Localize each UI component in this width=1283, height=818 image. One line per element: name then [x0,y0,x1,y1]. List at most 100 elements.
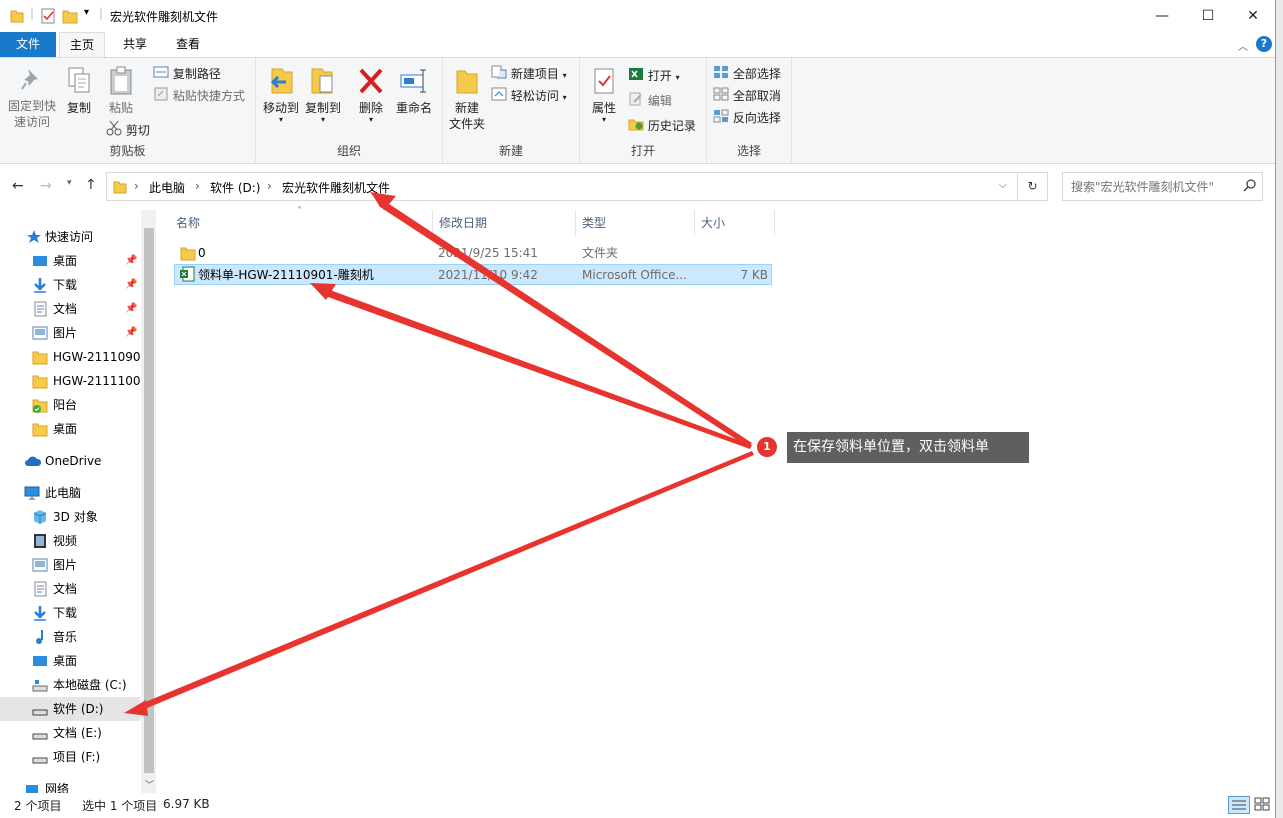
collapse-ribbon-icon[interactable]: ︿ [1238,38,1248,53]
nav-item-label: 桌面 [53,654,78,668]
breadcrumb-current-folder[interactable]: 宏光软件雕刻机文件 [282,179,390,196]
rename-button[interactable]: 重命名 [392,66,436,116]
separator: | [30,6,35,20]
new-folder-quick-icon[interactable] [62,8,78,24]
address-bar[interactable]: › 此电脑 › 软件 (D:) › 宏光软件雕刻机文件 ⌵ [106,172,1018,201]
nav-quick-desktop-folder[interactable]: 桌面 [0,417,140,441]
copy-label: 复制 [66,101,91,115]
nav-this-pc-label: 此电脑 [45,486,82,500]
select-all-icon [713,65,729,85]
select-all-button[interactable]: 全部选择 [713,64,781,84]
nav-quick-downloads[interactable]: 下载 📌 [0,273,140,297]
properties-button[interactable]: 属性 ▾ [588,66,620,124]
nav-item-label: 文档 (E:) [53,726,102,740]
nav-quick-balcony[interactable]: 阳台 [0,393,140,417]
nav-quick-hgw-21111003[interactable]: HGW-21111003 [0,369,140,393]
delete-icon [357,66,385,100]
minimize-button[interactable]: — [1139,0,1185,32]
history-button[interactable]: 历史记录 [628,116,696,136]
invert-selection-button[interactable]: 反向选择 [713,108,781,128]
up-arrow-icon[interactable]: ↑ [85,177,97,193]
new-item-icon [491,65,507,85]
help-icon[interactable]: ? [1256,36,1272,52]
forward-arrow-icon[interactable]: → [40,178,52,194]
nav-desktop[interactable]: 桌面 [0,649,140,673]
nav-quick-pictures[interactable]: 图片 📌 [0,321,140,345]
properties-dropdown-icon: ▾ [601,115,606,124]
nav-drive-e[interactable]: 文档 (E:) [0,721,140,745]
ribbon: 固定到快 速访问 复制 粘贴 复制路径 粘贴快捷方式 剪切 剪贴板 移动到 ▾ … [0,57,1275,164]
refresh-button[interactable]: ↻ [1018,172,1048,201]
invert-selection-icon [713,109,729,129]
breadcrumb-this-pc[interactable]: 此电脑 [149,179,185,196]
copy-to-button[interactable]: 复制到 ▾ [302,66,344,124]
nav-quick-documents[interactable]: 文档 📌 [0,297,140,321]
pin-quick-access-button[interactable]: 固定到快 速访问 [4,66,60,130]
file-row-selected[interactable]: 领料单-HGW-21110901-雕刻机 2021/11/10 9:42 Mic… [174,264,772,285]
nav-quick-desktop[interactable]: 桌面 📌 [0,249,140,273]
tab-share[interactable]: 共享 [113,32,157,57]
back-arrow-icon[interactable]: ← [12,178,24,194]
nav-item-label: 阳台 [53,398,78,412]
select-all-label: 全部选择 [732,67,781,81]
breadcrumb-drive-d[interactable]: 软件 (D:) [210,179,260,196]
search-box[interactable] [1062,172,1263,201]
file-row[interactable]: 0 2021/9/25 15:41 文件夹 [174,243,772,264]
edit-button[interactable]: 编辑 [628,91,672,111]
nav-quick-hgw-21110901[interactable]: HGW-21110901 [0,345,140,369]
copy-button[interactable]: 复制 [62,66,96,116]
column-header-name[interactable]: 名称 [170,210,433,236]
nav-scrollbar-thumb[interactable] [144,228,154,773]
scroll-down-icon[interactable]: ﹀ [145,778,154,791]
close-button[interactable]: ✕ [1230,0,1276,32]
copy-to-dropdown-icon: ▾ [320,115,325,124]
nav-drive-f[interactable]: 项目 (F:) [0,745,140,769]
new-item-dropdown-icon: ▾ [562,71,567,80]
move-to-button[interactable]: 移动到 ▾ [260,66,302,124]
maximize-button[interactable]: ☐ [1185,0,1231,32]
drive-icon [32,749,48,765]
select-none-button[interactable]: 全部取消 [713,86,781,106]
paste-button[interactable]: 粘贴 [104,66,138,116]
nav-item-label: 文档 [53,302,78,316]
copy-path-button[interactable]: 复制路径 [153,64,221,84]
details-view-icon[interactable] [1228,796,1250,814]
address-history-chevron-icon[interactable]: ⌵ [999,180,1007,191]
column-header-type[interactable]: 类型 [576,210,695,236]
nav-quick-access[interactable]: 快速访问 [0,225,140,249]
tab-home[interactable]: 主页 [59,32,105,57]
nav-drive-c[interactable]: 本地磁盘 (C:) [0,673,140,697]
nav-item-label: HGW-21110901 [53,350,140,364]
nav-downloads[interactable]: 下载 [0,601,140,625]
move-to-icon [266,66,296,100]
nav-network[interactable]: 网络 [0,777,140,793]
cut-button[interactable]: 剪切 [106,120,150,140]
invert-selection-label: 反向选择 [732,111,781,125]
column-header-date[interactable]: 修改日期 [433,210,576,236]
tab-file[interactable]: 文件 [0,32,56,57]
column-header-size[interactable]: 大小 [695,210,775,236]
nav-documents[interactable]: 文档 [0,577,140,601]
open-button[interactable]: 打开 ▾ [628,66,680,86]
nav-this-pc[interactable]: 此电脑 [0,481,140,505]
nav-onedrive[interactable]: OneDrive [0,449,140,473]
delete-button[interactable]: 删除 ▾ [354,66,388,124]
nav-videos[interactable]: 视频 [0,529,140,553]
new-folder-button[interactable]: 新建 文件夹 [445,66,489,132]
copy-icon [66,66,92,100]
file-date: 2021/9/25 15:41 [438,246,538,260]
search-input[interactable] [1071,179,1236,195]
nav-music[interactable]: 音乐 [0,625,140,649]
customize-quick-access-icon[interactable]: ▾ [84,7,89,23]
nav-3d-objects[interactable]: 3D 对象 [0,505,140,529]
new-item-button[interactable]: 新建项目 ▾ [491,64,567,84]
tab-view[interactable]: 查看 [166,32,210,57]
nav-pictures[interactable]: 图片 [0,553,140,577]
paste-shortcut-button[interactable]: 粘贴快捷方式 [153,86,245,106]
document-icon [32,301,48,317]
properties-check-icon[interactable] [40,8,56,24]
easy-access-button[interactable]: 轻松访问 ▾ [491,86,567,106]
nav-drive-d[interactable]: 软件 (D:) [0,697,140,721]
large-icons-view-icon[interactable] [1253,796,1273,814]
recent-locations-chevron-icon[interactable]: ▾ [67,178,72,188]
